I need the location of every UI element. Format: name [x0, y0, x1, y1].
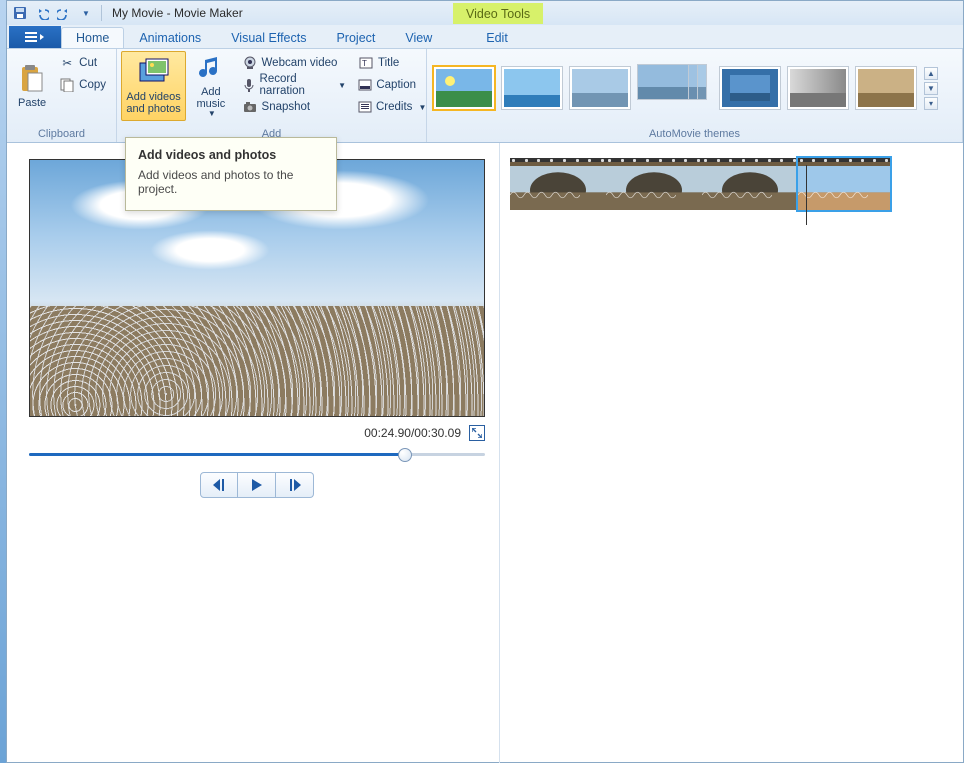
- add-music-label: Add music: [196, 86, 225, 110]
- seek-thumb[interactable]: [398, 448, 412, 462]
- mic-icon: [242, 77, 256, 93]
- theme-3[interactable]: [569, 66, 631, 110]
- titlebar: ▼ My Movie - Movie Maker Video Tools: [7, 1, 963, 25]
- group-automovie-themes: ▲ ▼ ▾ AutoMovie themes: [427, 49, 963, 142]
- theme-cinematic[interactable]: [719, 66, 781, 110]
- tab-home[interactable]: Home: [61, 27, 124, 48]
- timeline-clip[interactable]: [606, 158, 702, 210]
- add-music-button[interactable]: Add music▼: [186, 51, 235, 121]
- timeline-clip[interactable]: [702, 158, 798, 210]
- credits-button[interactable]: Credits▼: [356, 97, 418, 117]
- tab-visual-effects[interactable]: Visual Effects: [216, 27, 321, 48]
- caption-button[interactable]: Caption: [356, 75, 418, 95]
- playback-controls: [29, 472, 485, 498]
- theme-scroll-down[interactable]: ▼: [924, 82, 938, 95]
- ribbon: Paste ✂Cut Copy Clipboard Add videos and…: [7, 49, 963, 143]
- paste-icon: [16, 63, 48, 95]
- title-button[interactable]: TTitle: [356, 53, 418, 73]
- add-videos-photos-button[interactable]: Add videos and photos: [121, 51, 186, 121]
- theme-fade[interactable]: [787, 66, 849, 110]
- add-videos-label: Add videos and photos: [126, 91, 180, 115]
- theme-gallery-controls: ▲ ▼ ▾: [923, 67, 939, 110]
- timeline-clip[interactable]: [510, 158, 606, 210]
- svg-text:T: T: [362, 59, 367, 68]
- theme-expand[interactable]: ▾: [924, 97, 938, 110]
- file-menu[interactable]: [9, 26, 61, 48]
- snapshot-button[interactable]: Snapshot: [240, 97, 348, 117]
- copy-button[interactable]: Copy: [57, 75, 108, 95]
- group-clipboard-label: Clipboard: [7, 127, 116, 142]
- tab-edit[interactable]: Edit: [471, 27, 523, 48]
- music-icon: [195, 53, 227, 84]
- timeline-clip[interactable]: [798, 158, 890, 210]
- timeline-pane[interactable]: [499, 143, 963, 763]
- context-tab-video-tools[interactable]: Video Tools: [453, 3, 543, 24]
- record-narration-button[interactable]: Record narration▼: [240, 75, 348, 95]
- play-button[interactable]: [238, 472, 276, 498]
- tab-animations[interactable]: Animations: [124, 27, 216, 48]
- prev-frame-button[interactable]: [200, 472, 238, 498]
- preview-pane: 00:24.90/00:30.09: [7, 143, 499, 763]
- ribbon-tabs: Home Animations Visual Effects Project V…: [7, 25, 963, 49]
- credits-icon: [358, 99, 372, 115]
- fullscreen-button[interactable]: [469, 425, 485, 441]
- app-window: ▼ My Movie - Movie Maker Video Tools Hom…: [6, 0, 964, 763]
- camera-icon: [242, 99, 258, 115]
- theme-scroll-up[interactable]: ▲: [924, 67, 938, 80]
- tab-view[interactable]: View: [390, 27, 447, 48]
- group-themes-label: AutoMovie themes: [427, 127, 962, 142]
- tooltip-add-videos: Add videos and photos Add videos and pho…: [125, 137, 337, 211]
- theme-contemporary[interactable]: [637, 64, 713, 112]
- redo-icon[interactable]: [55, 4, 73, 22]
- title-icon: T: [358, 55, 374, 71]
- paste-label: Paste: [18, 97, 46, 109]
- theme-sepia[interactable]: [855, 66, 917, 110]
- group-add: Add videos and photos Add music▼ Webcam …: [117, 49, 427, 142]
- group-clipboard: Paste ✂Cut Copy Clipboard: [7, 49, 117, 142]
- playhead[interactable]: [806, 165, 807, 225]
- quick-access-toolbar: ▼: [11, 4, 95, 22]
- tab-project[interactable]: Project: [321, 27, 390, 48]
- theme-default[interactable]: [433, 66, 495, 110]
- theme-2[interactable]: [501, 66, 563, 110]
- add-videos-icon: [138, 57, 170, 89]
- next-frame-button[interactable]: [276, 472, 314, 498]
- timeline-track[interactable]: [510, 157, 953, 211]
- webcam-icon: [242, 55, 258, 71]
- preview-time: 00:24.90/00:30.09: [364, 426, 461, 440]
- cut-button[interactable]: ✂Cut: [57, 53, 108, 73]
- cut-icon: ✂: [59, 55, 75, 71]
- paste-button[interactable]: Paste: [11, 51, 53, 121]
- save-icon[interactable]: [11, 4, 29, 22]
- qat-dropdown-icon[interactable]: ▼: [77, 4, 95, 22]
- undo-icon[interactable]: [33, 4, 51, 22]
- window-title: My Movie - Movie Maker: [112, 6, 243, 20]
- seek-bar[interactable]: [29, 453, 485, 456]
- caption-icon: [358, 77, 372, 93]
- tooltip-title: Add videos and photos: [138, 148, 324, 162]
- copy-icon: [59, 77, 75, 93]
- webcam-button[interactable]: Webcam video: [240, 53, 348, 73]
- tooltip-body: Add videos and photos to the project.: [138, 168, 324, 196]
- content-area: 00:24.90/00:30.09: [7, 143, 963, 763]
